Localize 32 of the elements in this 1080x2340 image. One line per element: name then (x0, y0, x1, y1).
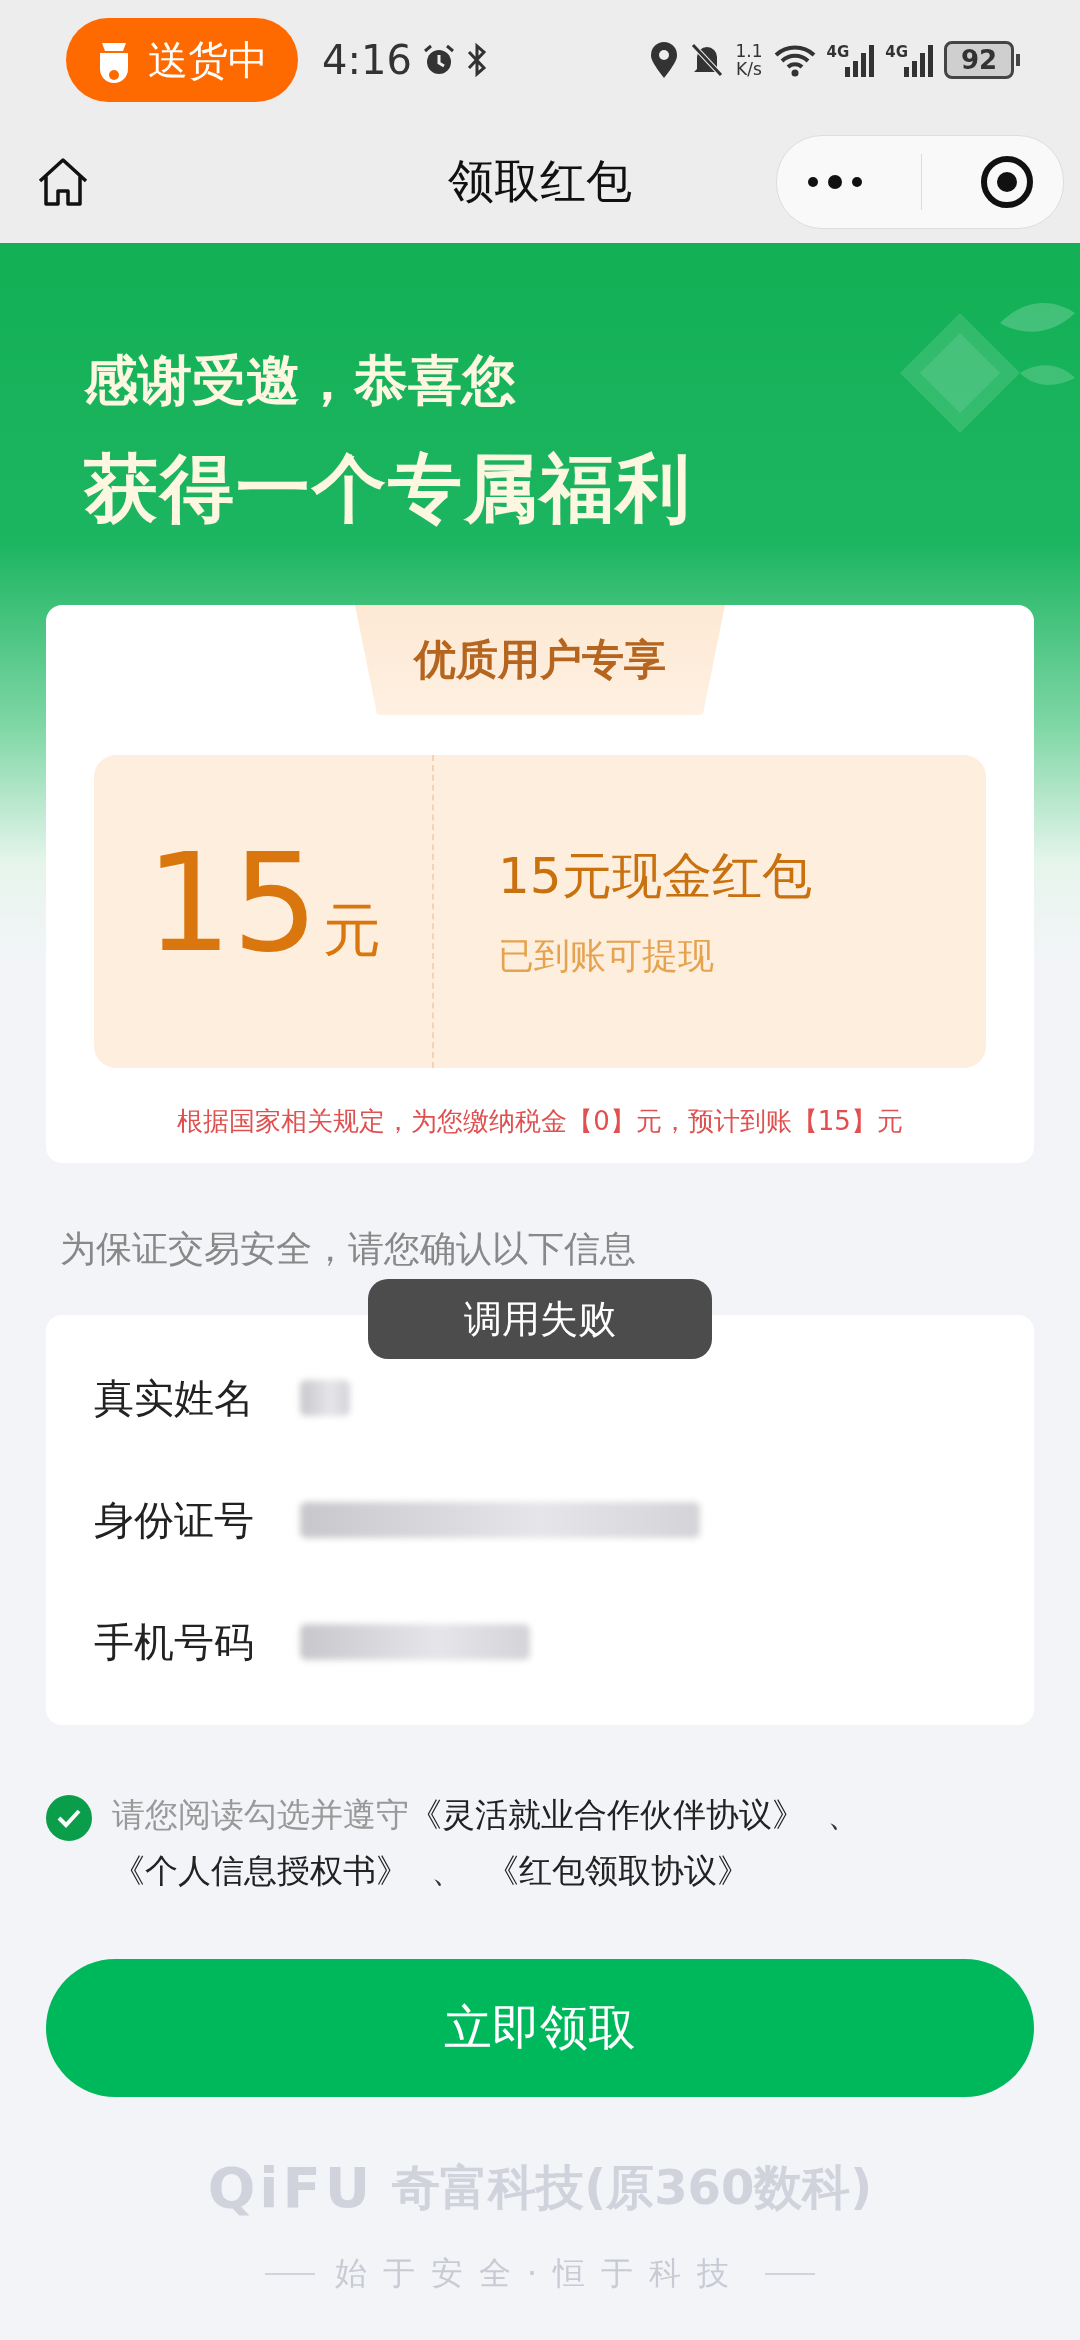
home-icon[interactable] (36, 156, 90, 207)
hero-greeting: 感谢受邀，恭喜您 (84, 348, 517, 414)
tax-note: 根据国家相关规定，为您缴纳税金【0】元，预计到账【15】元 (177, 1105, 903, 1138)
close-target-icon[interactable] (978, 153, 1035, 210)
coupon-title: 15元现金红包 (498, 846, 812, 907)
agreement-link[interactable]: 《红包领取协议》 (486, 1851, 750, 1890)
section-label: 为保证交易安全，请您确认以下信息 (59, 1227, 637, 1271)
coupon-subtitle: 已到账可提现 (498, 934, 715, 978)
ribbon-tag: 优质用户专享 (355, 605, 725, 715)
bluetooth-icon (465, 42, 488, 78)
network-type: 4G (885, 43, 908, 61)
hero-headline: 获得一个专属福利 (84, 444, 693, 533)
checkmark-icon (56, 1808, 82, 1828)
field-label: 身份证号 (94, 1495, 254, 1545)
network-type: 4G (826, 43, 850, 61)
field-label: 真实姓名 (94, 1373, 254, 1423)
battery-indicator: 92 (944, 41, 1020, 79)
currency-unit: 元 (322, 895, 381, 966)
agreement-checkbox[interactable] (46, 1795, 92, 1841)
agreement-link[interactable]: 《灵活就业合作伙伴协议》 (409, 1795, 805, 1834)
toast-message: 调用失败 (368, 1279, 712, 1359)
agreement-link[interactable]: 《个人信息授权书》 (112, 1851, 409, 1890)
agreement-text: 请您阅读勾选并遵守《灵活就业合作伙伴协议》 、 《个人信息授权书》 、 《红包领取协议》 (112, 1794, 861, 1892)
redacted-value (300, 1380, 350, 1416)
field-label: 手机号码 (94, 1617, 254, 1667)
location-icon (649, 41, 680, 79)
clock-time: 4:16 (322, 37, 412, 83)
coupon-amount: 15 (145, 835, 319, 971)
wifi-icon (772, 43, 817, 77)
alarm-icon (421, 43, 456, 77)
page-title: 领取红包 (447, 152, 633, 210)
network-speed: 1.1 K/s (735, 42, 763, 78)
